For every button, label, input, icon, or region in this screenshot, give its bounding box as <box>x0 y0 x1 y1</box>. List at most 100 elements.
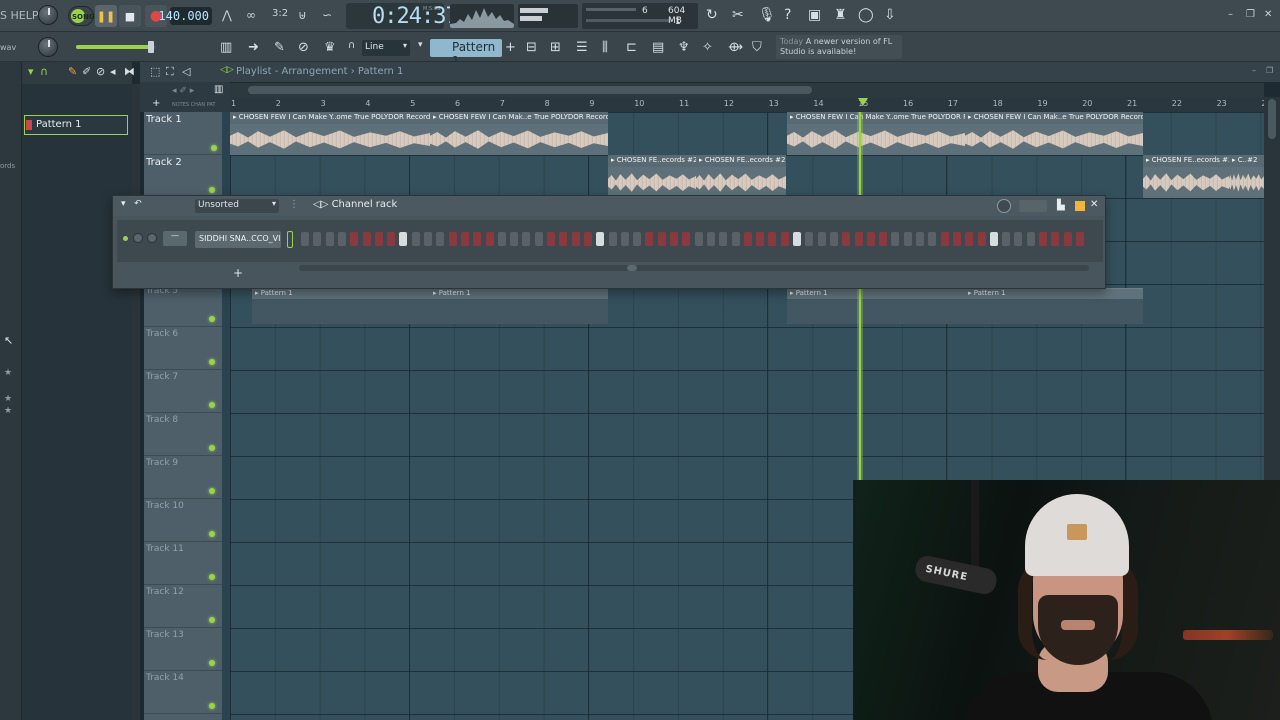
star-icon[interactable]: ★ <box>4 406 12 416</box>
step-button[interactable] <box>817 232 826 246</box>
step-button[interactable] <box>657 232 666 246</box>
help-icon[interactable]: ? <box>784 7 791 23</box>
pattern-arrow-icon[interactable]: ▾ <box>418 40 423 50</box>
mute-icon[interactable]: ◂ <box>110 65 116 78</box>
close-icon[interactable]: ✕ <box>1090 199 1098 210</box>
rack-menu-icon[interactable]: ▾ ↶ <box>121 199 142 209</box>
time-display[interactable]: M:S:CS 0:24:37 <box>346 3 459 29</box>
track-mute-led[interactable] <box>209 445 215 451</box>
track-mute-led[interactable] <box>209 660 215 666</box>
step-button[interactable] <box>547 232 555 246</box>
track-mute-led[interactable] <box>209 574 215 580</box>
star-icon[interactable]: ★ <box>4 368 12 378</box>
pattern-clip[interactable]: ▸ Pattern 1 <box>252 288 430 324</box>
link-icon[interactable]: ⊘ <box>298 40 309 55</box>
swing-knob[interactable] <box>997 199 1011 213</box>
timeline-ruler[interactable]: 123456789101112131415161718192021222324 <box>230 97 1272 112</box>
browser-item[interactable]: ords <box>0 162 15 170</box>
step-button[interactable] <box>670 232 678 246</box>
stop-button[interactable]: ■ <box>119 5 141 27</box>
step-button[interactable] <box>879 232 888 246</box>
track-header[interactable]: Track 8 <box>144 413 222 456</box>
step-button[interactable] <box>829 232 838 246</box>
maximize-icon[interactable]: ❐ <box>1266 66 1273 75</box>
step-button[interactable] <box>645 232 654 246</box>
chat-icon[interactable]: ◯ <box>858 7 874 23</box>
maximize-icon[interactable]: ❐ <box>1246 9 1255 20</box>
track-header[interactable]: Track 7 <box>144 370 222 413</box>
pattern-clip[interactable]: ▸ Pattern 1 <box>965 288 1143 324</box>
channel-rack-icon[interactable]: ☰ <box>576 40 588 55</box>
step-button[interactable] <box>756 232 765 246</box>
step-button[interactable] <box>424 232 432 246</box>
master-volume-knob[interactable] <box>38 37 58 57</box>
step-button[interactable] <box>866 232 875 246</box>
step-button[interactable] <box>620 232 629 246</box>
step-button[interactable] <box>571 232 580 246</box>
update-notice[interactable]: Today A newer version of FL Studio is av… <box>776 35 902 59</box>
pattern-clip[interactable]: ▸ Pattern 1 <box>787 288 965 324</box>
track-mute-led[interactable] <box>209 187 215 193</box>
step-button[interactable] <box>411 232 420 246</box>
playlist-horizontal-scrollbar[interactable] <box>230 83 1264 97</box>
scroll-thumb[interactable] <box>248 86 812 94</box>
snap-select[interactable]: Line <box>362 40 410 56</box>
triangle-icon[interactable]: ▾ <box>28 65 34 78</box>
step-button[interactable] <box>374 232 383 246</box>
piano-icon[interactable]: ▥ <box>220 40 232 55</box>
pattern-clip[interactable]: ▸ Pattern 1 <box>430 288 608 324</box>
track-header[interactable]: Track 14 <box>144 671 222 714</box>
brush-icon[interactable]: ✐ <box>82 65 91 78</box>
step-button[interactable] <box>460 232 469 246</box>
help-menu[interactable]: S HELP <box>0 9 38 22</box>
step-button[interactable] <box>633 232 642 246</box>
picker-scrollbar[interactable] <box>132 84 140 720</box>
minimize-icon[interactable]: – <box>1252 66 1256 75</box>
track-header[interactable]: Track 10 <box>144 499 222 542</box>
step-button[interactable] <box>362 232 371 246</box>
tempo-display[interactable]: 140.000 <box>158 7 212 25</box>
step-button[interactable] <box>608 232 617 246</box>
step-button[interactable] <box>706 232 715 246</box>
audio-clip[interactable]: ▸ CHOSEN FE..ecords #2 <box>608 155 696 198</box>
step-button[interactable] <box>780 232 789 246</box>
close-icon[interactable]: ✕ <box>1264 9 1272 20</box>
step-button[interactable] <box>805 232 814 246</box>
track-mute-led[interactable] <box>209 316 215 322</box>
audio-clip[interactable]: ▸ CHOSEN FEW I Can Make Y..ome True POLY… <box>230 112 430 155</box>
tempo-tap-icon[interactable]: ⟴ <box>728 40 743 55</box>
step-button[interactable] <box>1051 232 1060 246</box>
play-pause-button[interactable]: ❚❚ <box>95 5 117 27</box>
master-pitch-knob[interactable] <box>38 5 58 25</box>
step-button[interactable] <box>682 232 691 246</box>
track-header[interactable]: Track 11 <box>144 542 222 585</box>
audio-clip[interactable]: ▸ CHOSEN FE..ecords #2 <box>1143 155 1229 198</box>
add-pattern-icon[interactable]: + <box>505 40 516 55</box>
audio-clip[interactable]: ▸ CHOSEN FEW I Can Make Y..ome True POLY… <box>787 112 965 155</box>
step-sequencer-icon[interactable] <box>1075 201 1085 211</box>
step-button[interactable] <box>350 232 359 246</box>
wait-input-icon[interactable]: ∞ <box>246 8 256 22</box>
scroll-thumb[interactable] <box>627 265 637 271</box>
volume-slider-handle[interactable] <box>148 41 154 53</box>
playlist-window-icon[interactable]: ⊟ <box>526 40 537 55</box>
track-header[interactable]: Track 12 <box>144 585 222 628</box>
audio-clip[interactable]: ▸ C..#2 <box>1229 155 1264 198</box>
audio-clip[interactable]: ▸ CHOSEN FEW I Can Mak..e True POLYDOR R… <box>965 112 1143 155</box>
microphone-icon[interactable]: 🎙 <box>758 7 776 23</box>
pencil-icon[interactable]: ✎ <box>68 65 77 78</box>
step-button[interactable] <box>510 232 519 246</box>
audio-clip[interactable]: ▸ CHOSEN FE..ecords #2 <box>696 155 786 198</box>
track-header[interactable]: Track 1 <box>144 112 222 155</box>
step-button[interactable] <box>854 232 863 246</box>
step-button[interactable] <box>731 232 740 246</box>
step-button[interactable] <box>1002 232 1011 246</box>
step-button[interactable] <box>596 232 605 246</box>
pattern-selector[interactable]: Pattern 1 <box>430 39 502 68</box>
audio-clip[interactable]: ▸ CHOSEN FEW I Can Mak..e True POLYDOR R… <box>430 112 608 155</box>
step-button[interactable] <box>891 232 900 246</box>
step-button[interactable] <box>301 232 309 246</box>
download-icon[interactable]: ⇩ <box>884 7 896 23</box>
delete-icon[interactable]: ⊘ <box>96 65 105 78</box>
step-button[interactable] <box>743 232 752 246</box>
